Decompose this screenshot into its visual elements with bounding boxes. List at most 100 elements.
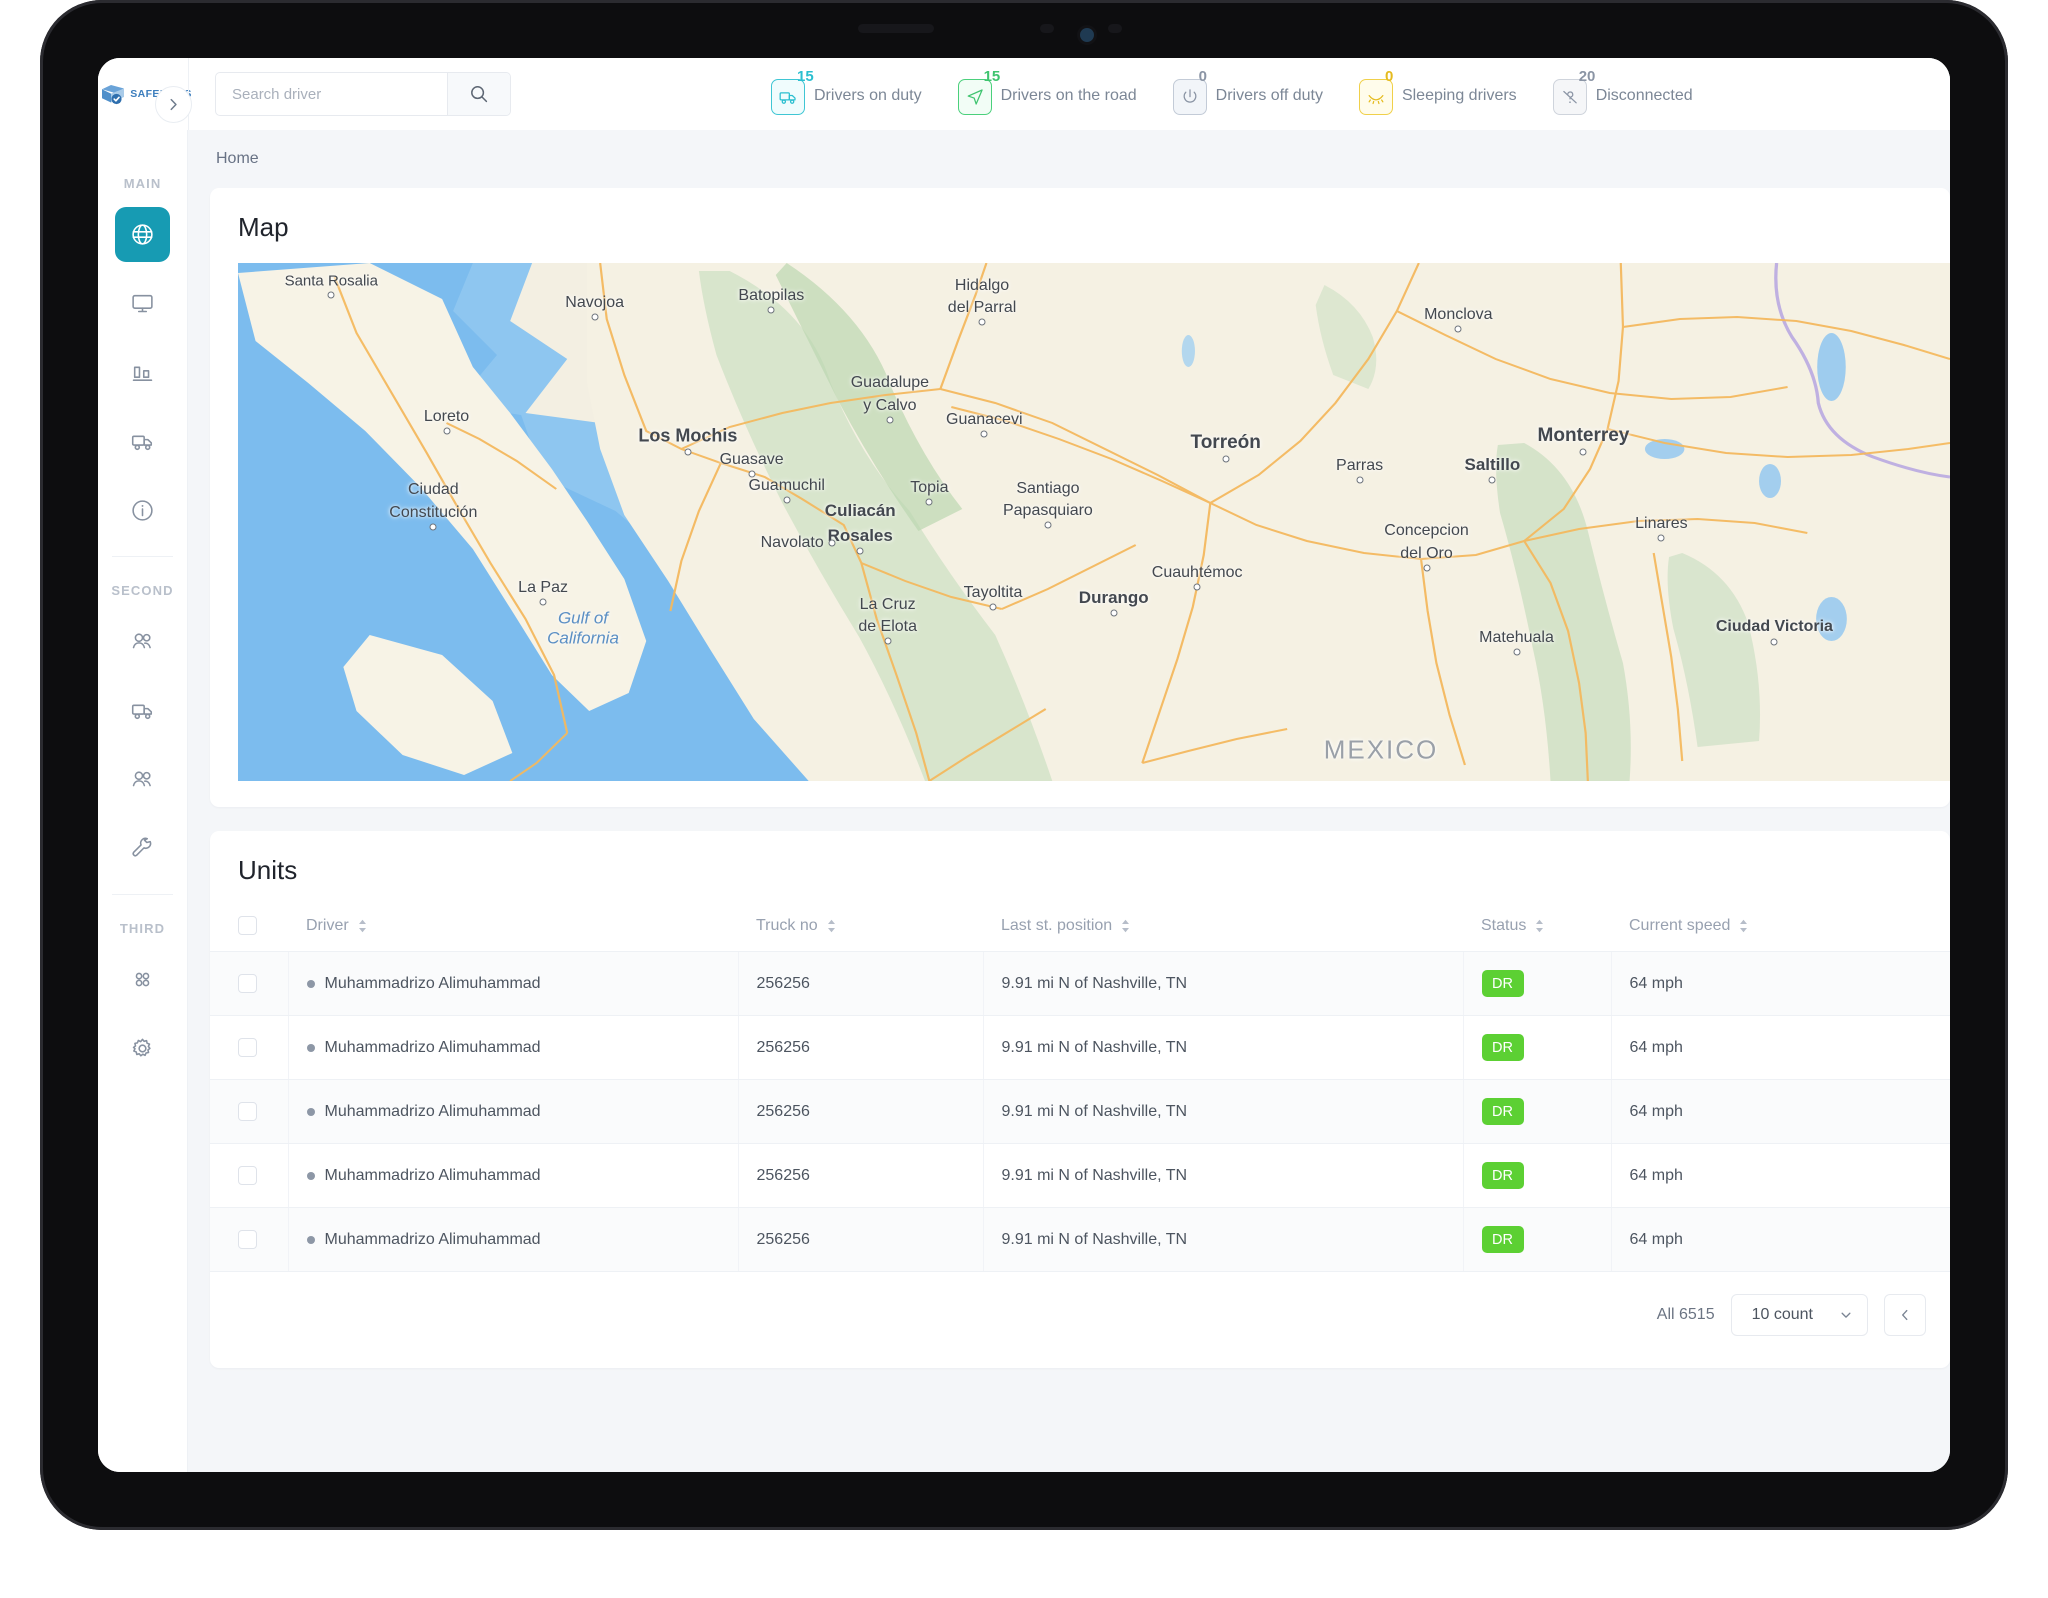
sort-arrows-icon [358, 919, 366, 932]
table-row[interactable]: Muhammadrizo Alimuhammad 256256 9.91 mi … [210, 1207, 1950, 1272]
status-chip-drivers-on-the-road[interactable]: 15 Drivers on the road [957, 69, 1137, 115]
column-header-inner: Truck no [756, 917, 837, 935]
sidebar-divider [112, 556, 173, 557]
status-chip-drivers-off-duty[interactable]: 0 Drivers off duty [1172, 69, 1323, 115]
status-badge: DR [1481, 970, 1524, 997]
sort-arrows-icon [1122, 919, 1130, 932]
cell-truck-no: 256256 [738, 1015, 984, 1080]
status-chip-count: 20 [1578, 68, 1596, 85]
select-all-checkbox[interactable] [238, 916, 257, 935]
top-bar: SAFERHOS 15 [98, 58, 1950, 130]
sidebar-collapse-toggle[interactable] [155, 86, 192, 123]
map-city-marker [1579, 448, 1587, 456]
app-root: SAFERHOS 15 [98, 58, 1950, 1472]
status-badge: DR [1481, 1098, 1524, 1125]
cell-truck-no: 256256 [738, 1079, 984, 1144]
search-button[interactable] [447, 73, 510, 115]
column-header-label: Truck no [756, 916, 818, 934]
map-panel-title: Map [238, 212, 289, 242]
column-header-speed[interactable]: Current speed [1611, 906, 1950, 952]
scroll-area[interactable]: Map Santa Rosalia Navojoa Batopilas Hida… [188, 188, 1950, 1472]
map-city-marker [1454, 325, 1462, 333]
content-column: Home Map Santa Rosalia Navojoa Batopilas… [188, 130, 1950, 1472]
pagination-total: All 6515 [1656, 1306, 1715, 1323]
sidebar-item-info[interactable] [115, 483, 170, 538]
status-chip-label: Sleeping drivers [1401, 87, 1517, 104]
driver-name: Muhammadrizo Alimuhammad [324, 1230, 541, 1248]
search-input[interactable] [216, 73, 447, 115]
status-chip-sleeping-drivers[interactable]: 0 Sleeping drivers [1358, 69, 1517, 115]
table-row[interactable]: Muhammadrizo Alimuhammad 256256 9.91 mi … [210, 951, 1950, 1016]
pagination-prev-button[interactable] [1884, 1294, 1926, 1336]
sidebar-item-settings[interactable] [115, 1021, 170, 1076]
speaker-slit [858, 24, 934, 33]
sidebar-item-maintenance[interactable] [115, 821, 170, 876]
units-table: Driver Truck no Last st. position Status [210, 906, 1950, 1272]
sidebar-group-label-third: THIRD [119, 921, 166, 936]
table-row[interactable]: Muhammadrizo Alimuhammad 256256 9.91 mi … [210, 1015, 1950, 1080]
map-city-marker [429, 523, 437, 531]
sidebar-item-reports[interactable] [115, 345, 170, 400]
column-header-truck[interactable]: Truck no [738, 906, 983, 952]
cell-current-speed: 64 mph [1611, 1143, 1950, 1208]
status-chip-disconnected[interactable]: 20 Disconnected [1552, 69, 1693, 115]
row-select-cell [210, 1207, 289, 1272]
column-header-inner: Last st. position [1001, 917, 1131, 935]
chevron-down-icon [1841, 1312, 1851, 1318]
cell-current-speed: 64 mph [1611, 951, 1950, 1016]
sidebar-group-label-main: MAIN [123, 176, 162, 191]
breadcrumb-home[interactable]: Home [216, 150, 259, 168]
map-canvas[interactable]: Santa Rosalia Navojoa Batopilas Hidalgo del … [238, 263, 1950, 781]
driver-status-summary: 15 Drivers on duty 15 Drivers on the roa… [771, 69, 1713, 115]
column-header-position[interactable]: Last st. position [983, 906, 1463, 952]
driver-name: Muhammadrizo Alimuhammad [324, 1038, 541, 1056]
row-checkbox[interactable] [238, 1038, 257, 1057]
table-row[interactable]: Muhammadrizo Alimuhammad 256256 9.91 mi … [210, 1143, 1950, 1208]
cell-driver: Muhammadrizo Alimuhammad [288, 1015, 739, 1080]
page-size-select[interactable]: 10 count [1730, 1294, 1868, 1336]
cell-last-position: 9.91 mi N of Nashville, TN [983, 1015, 1464, 1080]
cell-driver: Muhammadrizo Alimuhammad [288, 951, 739, 1016]
sidebar-item-apps[interactable] [115, 952, 170, 1007]
disconnect-icon [1562, 90, 1577, 104]
column-header-driver[interactable]: Driver [288, 906, 738, 952]
package-check-icon [102, 85, 125, 105]
status-chip-drivers-on-duty[interactable]: 15 Drivers on duty [771, 69, 922, 115]
status-chip-label: Drivers on duty [814, 87, 922, 104]
sleep-eye-icon [1368, 95, 1384, 105]
map-city-marker [989, 603, 997, 611]
row-checkbox[interactable] [238, 1102, 257, 1121]
map-city-marker [884, 637, 892, 645]
status-badge: DR [1481, 1034, 1524, 1061]
wrench-icon [132, 837, 152, 857]
sidebar-item-teams[interactable] [115, 752, 170, 807]
map-city-marker [748, 470, 756, 478]
sidebar-item-dashboard[interactable] [115, 276, 170, 331]
column-header-inner: Driver [306, 917, 368, 935]
status-chip-label: Disconnected [1595, 87, 1693, 104]
table-row[interactable]: Muhammadrizo Alimuhammad 256256 9.91 mi … [210, 1079, 1950, 1144]
sidebar-item-vehicles[interactable] [115, 414, 170, 469]
map-city-marker [856, 547, 864, 555]
sidebar-item-fleet[interactable] [115, 683, 170, 738]
device-screen: SAFERHOS 15 [98, 58, 1950, 1472]
map-city-marker [978, 318, 986, 326]
column-header-status[interactable]: Status [1463, 906, 1611, 952]
cell-last-position: 9.91 mi N of Nashville, TN [983, 951, 1464, 1016]
info-icon [132, 500, 153, 521]
sidebar-item-map[interactable] [115, 207, 170, 262]
map-city-marker [1110, 609, 1118, 617]
driver-name: Muhammadrizo Alimuhammad [324, 1102, 541, 1120]
row-select-cell [210, 1079, 289, 1144]
sidebar-divider [112, 894, 173, 895]
sidebar-item-drivers[interactable] [115, 614, 170, 669]
row-select-cell [210, 951, 289, 1016]
users-icon [132, 771, 151, 787]
sort-arrows-icon [827, 919, 835, 932]
cell-last-position: 9.91 mi N of Nashville, TN [983, 1079, 1464, 1144]
row-checkbox[interactable] [238, 1166, 257, 1185]
driver-status-dot [306, 1235, 315, 1244]
row-checkbox[interactable] [238, 974, 257, 993]
speaker-slit [1040, 24, 1054, 33]
row-checkbox[interactable] [238, 1230, 257, 1249]
